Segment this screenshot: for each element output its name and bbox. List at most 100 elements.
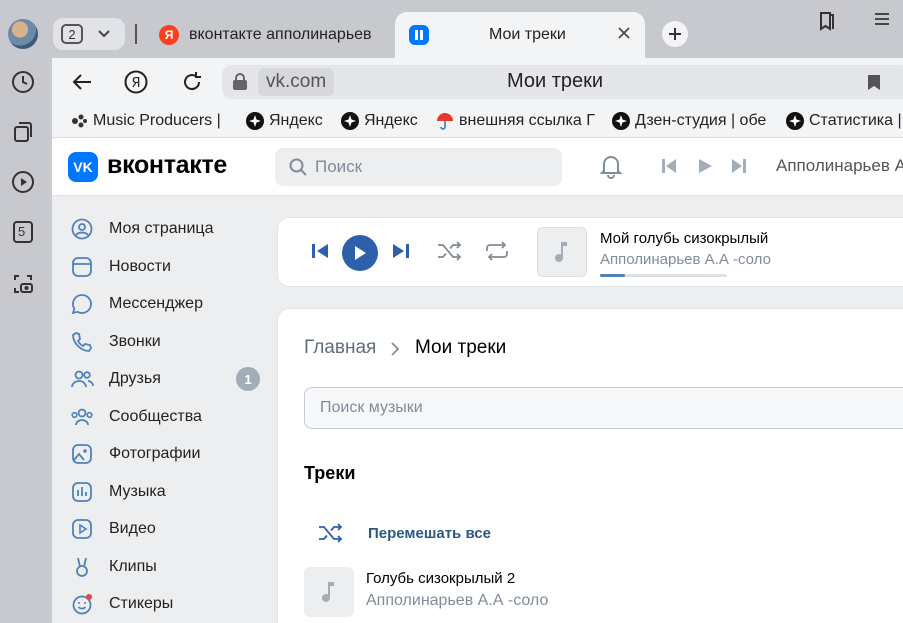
history-icon[interactable] <box>8 67 38 97</box>
collections-icon[interactable] <box>8 117 38 147</box>
next-track-icon[interactable] <box>392 242 410 260</box>
star-icon <box>246 112 264 130</box>
bookmark-icon[interactable] <box>867 74 881 91</box>
music-search-placeholder: Поиск музыки <box>320 399 423 416</box>
menu-item-video[interactable]: Видео <box>70 513 270 545</box>
communities-icon <box>70 405 94 429</box>
bookmark-yandex-1[interactable]: Яндекс <box>246 112 336 130</box>
yandex-button-icon[interactable]: Я <box>124 70 148 94</box>
music-content: Главная Мои треки Поиск музыки Треки Пер… <box>277 308 903 623</box>
breadcrumb-home[interactable]: Главная <box>304 337 376 359</box>
tab-counter-button[interactable]: 2 <box>53 18 125 50</box>
chevron-right-icon <box>390 341 400 357</box>
repeat-icon[interactable] <box>484 240 510 262</box>
menu-item-photos[interactable]: Фотографии <box>70 438 270 470</box>
vk-page: VK вконтакте Поиск Апполинарьев А. Моя с… <box>52 138 903 623</box>
page-title: Мои треки <box>507 70 604 92</box>
menu-item-calls[interactable]: Звонки <box>70 326 270 358</box>
tab-count: 2 <box>61 24 83 44</box>
menu-item-clips[interactable]: Клипы <box>70 551 270 583</box>
breadcrumb-current: Мои треки <box>415 337 507 358</box>
svg-text:Я: Я <box>131 76 140 91</box>
video-icon <box>70 517 94 541</box>
reload-icon[interactable] <box>180 70 204 94</box>
menu-item-music[interactable]: Музыка <box>70 476 270 508</box>
new-tab-button[interactable] <box>662 21 688 47</box>
counter-badge-icon[interactable]: 5 <box>8 217 38 247</box>
bookmark-dzen-studio[interactable]: Дзен-студия | обе <box>612 112 772 130</box>
screenshot-icon[interactable] <box>8 269 38 299</box>
menu-item-communities[interactable]: Сообщества <box>70 401 270 433</box>
vk-logo-text[interactable]: вконтакте <box>107 151 227 180</box>
menu-item-messenger[interactable]: Мессенджер <box>70 288 270 320</box>
menu-item-my-page[interactable]: Моя страница <box>70 213 270 245</box>
url-bar[interactable]: vk.com Мои треки <box>222 65 903 99</box>
shuffle-icon[interactable] <box>437 240 463 262</box>
friends-badge: 1 <box>236 367 260 391</box>
news-icon <box>70 255 94 279</box>
menu-label: Стикеры <box>109 595 174 612</box>
menu-label: Новости <box>109 258 171 275</box>
chevron-down-icon <box>97 29 111 39</box>
pause-favicon-icon <box>409 25 429 45</box>
bookmark-label: внешняя ссылка Г <box>459 112 595 129</box>
address-toolbar: Я vk.com Мои треки <box>52 58 903 106</box>
bookmark-label: Яндекс <box>269 112 323 129</box>
shuffle-all-label: Перемешать все <box>368 524 491 542</box>
play-icon <box>355 246 366 260</box>
sidebar-badge-number: 5 <box>18 224 26 239</box>
photo-icon <box>70 442 94 466</box>
back-arrow-icon[interactable] <box>70 70 94 94</box>
tab-title: вконтакте апполинарьев <box>189 26 372 43</box>
vk-logo-icon[interactable]: VK <box>68 152 98 182</box>
menu-label: Сообщества <box>109 408 202 425</box>
menu-icon[interactable] <box>874 12 890 26</box>
bell-icon[interactable] <box>598 153 624 179</box>
bookmark-external-link[interactable]: внешняя ссылка Г <box>436 112 602 130</box>
prev-track-icon[interactable] <box>311 242 329 260</box>
star-icon <box>612 112 630 130</box>
tab-my-tracks[interactable]: Мои треки <box>395 12 645 58</box>
bookmarks-bar: Music Producers | Яндекс Яндекс внешняя … <box>52 106 903 138</box>
header-play-icon[interactable] <box>696 157 714 175</box>
lock-icon[interactable] <box>232 73 248 91</box>
menu-item-friends[interactable]: Друзья 1 <box>70 363 270 395</box>
track-artist[interactable]: Апполинарьев А.А -соло <box>366 592 548 610</box>
vk-search-input[interactable]: Поиск <box>275 148 562 186</box>
search-placeholder: Поиск <box>315 157 363 176</box>
header-next-icon[interactable] <box>730 157 748 175</box>
menu-label: Фотографии <box>109 445 201 462</box>
url-domain[interactable]: vk.com <box>258 68 335 96</box>
bookmark-music-producers[interactable]: Music Producers | <box>70 112 252 130</box>
menu-item-stickers[interactable]: Стикеры <box>70 588 270 620</box>
menu-item-news[interactable]: Новости <box>70 251 270 283</box>
track-row[interactable]: Голубь сизокрылый 2 Апполинарьев А.А -со… <box>304 567 903 619</box>
bookmark-label: Дзен-студия | обе <box>635 112 767 129</box>
music-search-input[interactable]: Поиск музыки <box>304 387 903 429</box>
search-icon <box>289 158 307 176</box>
header-prev-icon[interactable] <box>660 157 678 175</box>
track-cover[interactable] <box>304 567 354 617</box>
music-note-icon <box>322 582 334 602</box>
vk-header: VK вконтакте Поиск Апполинарьев А. <box>52 138 903 196</box>
user-circle-icon <box>70 217 94 241</box>
close-tab-icon[interactable] <box>617 26 631 40</box>
tab-bar: 2 Я вконтакте апполинарьев Мои треки <box>48 0 903 58</box>
bookmark-statistics[interactable]: Статистика | <box>786 112 903 130</box>
player-track-title[interactable]: Мой голубь сизокрылый <box>600 230 768 247</box>
tab-separator <box>135 24 137 44</box>
player-progress-bar[interactable] <box>600 274 727 277</box>
header-current-track[interactable]: Апполинарьев А. <box>776 156 903 176</box>
bookmarks-panel-icon[interactable] <box>816 10 838 32</box>
bookmark-label: Яндекс <box>364 112 418 129</box>
star-icon <box>341 112 359 130</box>
play-circle-icon[interactable] <box>8 167 38 197</box>
bookmark-yandex-2[interactable]: Яндекс <box>341 112 431 130</box>
shuffle-all-button[interactable]: Перемешать все <box>318 522 491 544</box>
shuffle-icon <box>319 523 343 543</box>
tab-vk-search[interactable]: Я вконтакте апполинарьев <box>153 12 383 58</box>
profile-avatar[interactable] <box>8 19 38 49</box>
player-track-artist[interactable]: Апполинарьев А.А -соло <box>600 251 771 268</box>
play-button[interactable] <box>342 235 378 271</box>
yandex-favicon-icon: Я <box>159 25 179 45</box>
